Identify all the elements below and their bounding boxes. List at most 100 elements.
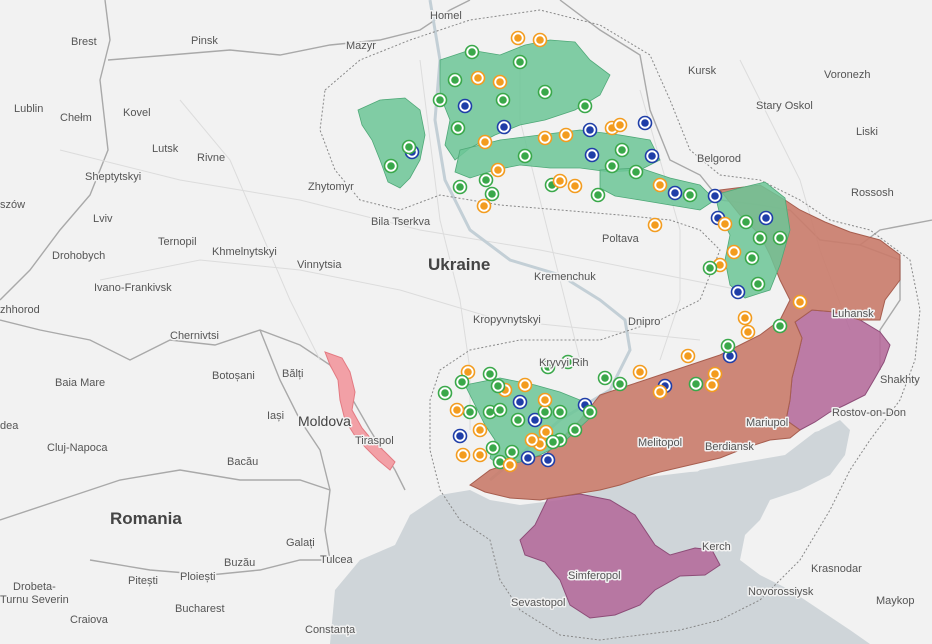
- event-marker-dot[interactable]: [641, 119, 649, 127]
- event-marker-dot[interactable]: [436, 96, 444, 104]
- event-marker-dot[interactable]: [466, 408, 474, 416]
- event-marker-dot[interactable]: [776, 322, 784, 330]
- event-marker-dot[interactable]: [671, 189, 679, 197]
- event-marker-dot[interactable]: [496, 78, 504, 86]
- event-marker-dot[interactable]: [541, 408, 549, 416]
- event-marker-dot[interactable]: [451, 76, 459, 84]
- event-marker-dot[interactable]: [748, 254, 756, 262]
- event-marker-dot[interactable]: [711, 370, 719, 378]
- event-marker-dot[interactable]: [741, 314, 749, 322]
- event-marker-dot[interactable]: [708, 381, 716, 389]
- event-marker-dot[interactable]: [616, 380, 624, 388]
- event-marker-dot[interactable]: [531, 416, 539, 424]
- event-marker-dot[interactable]: [456, 183, 464, 191]
- event-marker-dot[interactable]: [464, 368, 472, 376]
- event-marker-dot[interactable]: [482, 176, 490, 184]
- event-marker-dot[interactable]: [744, 328, 752, 336]
- event-marker-dot[interactable]: [796, 298, 804, 306]
- label-turnu: Turnu Severin: [0, 594, 69, 606]
- event-marker-dot[interactable]: [601, 374, 609, 382]
- event-marker-dot[interactable]: [734, 288, 742, 296]
- event-marker-dot[interactable]: [656, 388, 664, 396]
- event-marker-dot[interactable]: [730, 248, 738, 256]
- event-marker-dot[interactable]: [461, 102, 469, 110]
- event-marker-dot[interactable]: [594, 191, 602, 199]
- event-marker-dot[interactable]: [571, 182, 579, 190]
- event-marker-dot[interactable]: [651, 221, 659, 229]
- event-marker-dot[interactable]: [476, 451, 484, 459]
- event-marker-dot[interactable]: [441, 389, 449, 397]
- event-marker-dot[interactable]: [456, 432, 464, 440]
- event-marker-dot[interactable]: [556, 177, 564, 185]
- event-marker-dot[interactable]: [636, 368, 644, 376]
- event-marker-dot[interactable]: [618, 146, 626, 154]
- event-marker-dot[interactable]: [496, 406, 504, 414]
- event-marker-dot[interactable]: [549, 438, 557, 446]
- event-marker-dot[interactable]: [562, 131, 570, 139]
- event-marker-dot[interactable]: [588, 151, 596, 159]
- event-marker-dot[interactable]: [494, 382, 502, 390]
- event-marker-dot[interactable]: [528, 436, 536, 444]
- event-marker-dot[interactable]: [544, 456, 552, 464]
- event-marker-dot[interactable]: [742, 218, 750, 226]
- event-marker-dot[interactable]: [488, 190, 496, 198]
- event-marker-dot[interactable]: [756, 234, 764, 242]
- event-marker-dot[interactable]: [716, 261, 724, 269]
- event-marker-dot[interactable]: [500, 123, 508, 131]
- event-marker-dot[interactable]: [496, 458, 504, 466]
- event-marker-dot[interactable]: [711, 192, 719, 200]
- event-marker-dot[interactable]: [706, 264, 714, 272]
- event-marker-dot[interactable]: [454, 124, 462, 132]
- event-marker-dot[interactable]: [458, 378, 466, 386]
- event-marker-dot[interactable]: [556, 408, 564, 416]
- event-marker-dot[interactable]: [776, 234, 784, 242]
- event-marker-dot[interactable]: [686, 191, 694, 199]
- event-marker-dot[interactable]: [486, 408, 494, 416]
- event-marker-dot[interactable]: [486, 370, 494, 378]
- event-marker-dot[interactable]: [616, 121, 624, 129]
- event-marker-dot[interactable]: [571, 426, 579, 434]
- event-marker-dot[interactable]: [453, 406, 461, 414]
- event-marker-dot[interactable]: [521, 152, 529, 160]
- event-marker-dot[interactable]: [508, 448, 516, 456]
- event-marker-dot[interactable]: [656, 181, 664, 189]
- event-marker-dot[interactable]: [724, 342, 732, 350]
- event-marker-dot[interactable]: [541, 396, 549, 404]
- event-marker-dot[interactable]: [405, 143, 413, 151]
- event-marker-dot[interactable]: [542, 428, 550, 436]
- event-marker-dot[interactable]: [481, 138, 489, 146]
- event-marker-dot[interactable]: [499, 96, 507, 104]
- event-marker-dot[interactable]: [387, 162, 395, 170]
- event-marker-dot[interactable]: [516, 398, 524, 406]
- event-marker-dot[interactable]: [721, 220, 729, 228]
- event-marker-dot[interactable]: [586, 408, 594, 416]
- event-marker-dot[interactable]: [536, 36, 544, 44]
- event-marker-dot[interactable]: [514, 34, 522, 42]
- event-marker-dot[interactable]: [494, 166, 502, 174]
- event-marker-dot[interactable]: [541, 88, 549, 96]
- event-marker-dot[interactable]: [474, 74, 482, 82]
- event-marker-dot[interactable]: [480, 202, 488, 210]
- event-marker-dot[interactable]: [514, 416, 522, 424]
- event-marker-dot[interactable]: [468, 48, 476, 56]
- event-marker-dot[interactable]: [648, 152, 656, 160]
- event-marker-dot[interactable]: [684, 352, 692, 360]
- event-marker-dot[interactable]: [541, 134, 549, 142]
- event-marker-dot[interactable]: [726, 352, 734, 360]
- event-marker-dot[interactable]: [692, 380, 700, 388]
- event-marker-dot[interactable]: [762, 214, 770, 222]
- event-marker-dot[interactable]: [608, 162, 616, 170]
- event-marker-dot[interactable]: [524, 454, 532, 462]
- event-marker-dot[interactable]: [506, 461, 514, 469]
- event-marker-dot[interactable]: [476, 426, 484, 434]
- event-marker-dot[interactable]: [581, 102, 589, 110]
- event-marker-dot[interactable]: [521, 381, 529, 389]
- event-marker-dot[interactable]: [586, 126, 594, 134]
- label-vinnytsia: Vinnytsia: [297, 259, 342, 271]
- event-marker-dot[interactable]: [516, 58, 524, 66]
- map-canvas[interactable]: Ukraine Romania Moldova Homel Brest Pins…: [0, 0, 932, 644]
- event-marker-dot[interactable]: [754, 280, 762, 288]
- event-marker-dot[interactable]: [459, 451, 467, 459]
- event-marker-dot[interactable]: [489, 444, 497, 452]
- event-marker-dot[interactable]: [632, 168, 640, 176]
